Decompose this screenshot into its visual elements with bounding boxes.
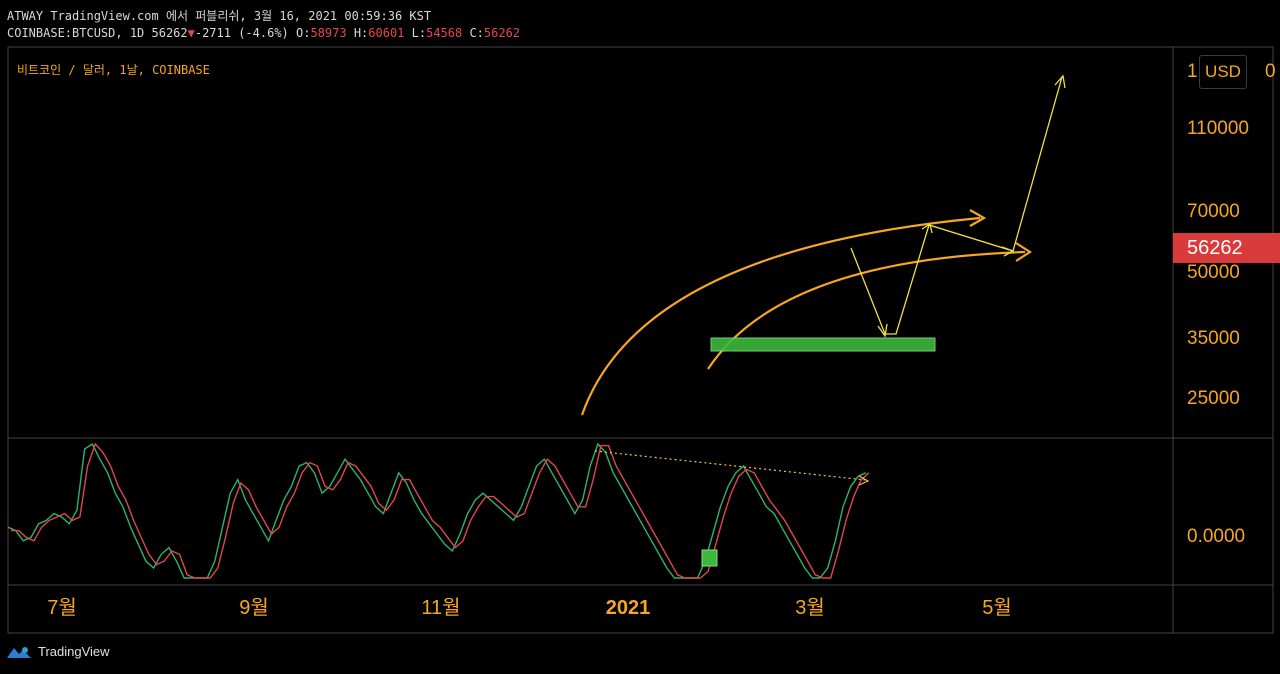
oscillator-signal-line[interactable]: [11, 442, 870, 579]
chart-frame: [7, 46, 1274, 634]
osc-tick: 0.0000: [1187, 526, 1245, 547]
time-tick: 11월: [421, 596, 460, 619]
brand-name[interactable]: TradingView: [38, 644, 110, 659]
projection-path[interactable]: [850, 76, 1063, 335]
arrow-down-icon: [877, 323, 888, 338]
price-tick: 35000: [1187, 328, 1240, 349]
time-axis[interactable]: 7월 9월 11월 2021 3월 5월: [47, 596, 1012, 619]
price-tick: 1: [1187, 61, 1198, 82]
price-tick: 70000: [1187, 201, 1240, 222]
oscillator-marker[interactable]: [701, 549, 718, 567]
price-tick-clipped: 0: [1265, 61, 1276, 82]
time-tick: 7월: [47, 596, 77, 619]
tradingview-logo-icon[interactable]: [6, 645, 32, 659]
time-tick: 5월: [982, 596, 1012, 619]
time-tick: 3월: [795, 596, 825, 619]
channel-upper-arc[interactable]: [580, 216, 981, 416]
last-price-tag: 56262: [1173, 233, 1280, 263]
price-tick: 25000: [1187, 388, 1240, 409]
support-zone[interactable]: [710, 337, 936, 352]
price-tick: 110000: [1187, 118, 1249, 139]
time-tick: 2021: [606, 597, 651, 619]
price-tick: 50000: [1187, 262, 1240, 283]
oscillator-annotations[interactable]: [594, 450, 870, 567]
drawing-annotations[interactable]: [580, 74, 1066, 416]
price-axis[interactable]: 1 0 110000 70000 50000 35000 25000 0.000…: [1187, 61, 1276, 547]
time-tick: 9월: [239, 596, 269, 619]
divergence-line[interactable]: [594, 450, 867, 481]
oscillator-series[interactable]: [7, 442, 870, 579]
symbol-title: 비트코인 / 달러, 1날, COINBASE: [17, 63, 210, 77]
footer: TradingView: [6, 644, 110, 659]
chart-canvas[interactable]: 1 0 110000 70000 50000 35000 25000 0.000…: [0, 0, 1280, 674]
oscillator-main-line[interactable]: [7, 442, 867, 579]
currency-button[interactable]: USD: [1199, 55, 1247, 89]
